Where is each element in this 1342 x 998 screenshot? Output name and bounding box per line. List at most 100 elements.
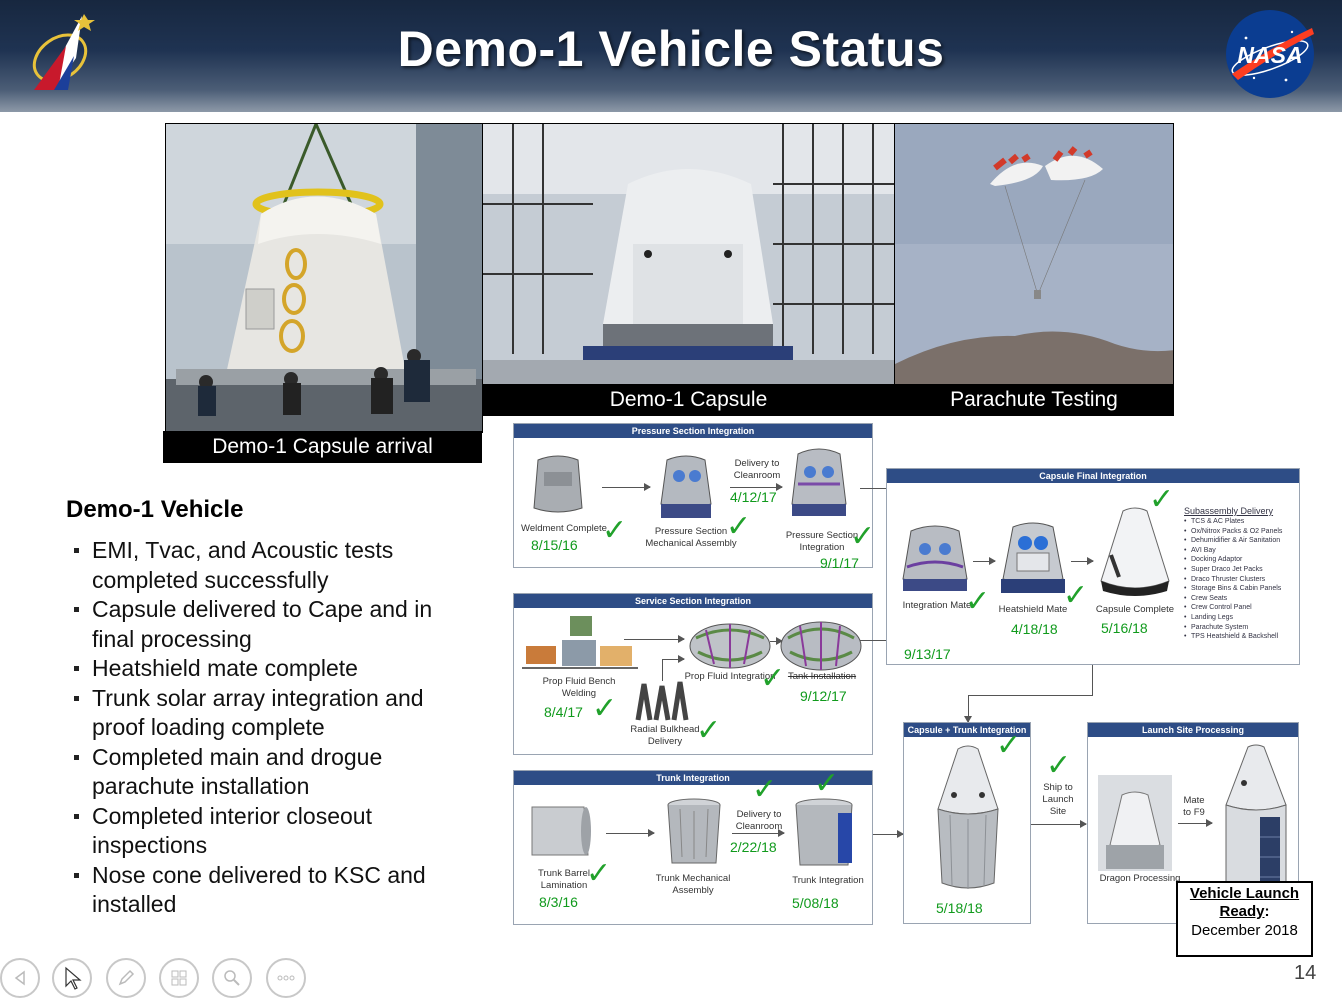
flow-arrow [1178,819,1213,827]
trunk-integration-label: Trunk Integration [792,875,864,886]
capsule-complete-graphic [1100,507,1170,596]
subassembly-item: Parachute System [1184,623,1296,633]
pen-icon [118,969,135,986]
trunk-mech-graphic [667,798,721,864]
bullet-item: Completed main and drogue parachute inst… [74,743,474,802]
pointer-icon [65,966,82,990]
ship-to-launch-label: Ship to Launch Site [1042,782,1074,817]
check-icon: ✓ [965,585,991,618]
pressure-delivery-date: 4/12/17 [730,489,777,505]
flow-arrow [732,829,785,837]
bullet-item: Nose cone delivered to KSC and installed [74,861,474,920]
check-icon: ✓ [696,714,722,747]
subassembly-item: Super Draco Jet Packs [1184,565,1296,575]
trunk-barrel-date: 8/3/16 [539,894,578,910]
flow-arrow [1031,820,1087,828]
mate-to-f9-label: Mate to F9 [1183,795,1205,818]
check-icon: ✓ [1149,483,1175,516]
panel-trunk: Trunk Integration Trunk Barrel Laminatio… [513,767,873,925]
slides-icon [171,970,187,986]
trunk-integration-graphic [795,798,853,866]
zoom-icon [224,970,240,986]
vehicle-bullet-list: EMI, Tvac, and Acoustic tests completed … [74,536,474,920]
photo-capsule-arrival [165,123,483,433]
more-options-button[interactable] [266,958,306,998]
subassembly-item: Crew Control Panel [1184,603,1296,613]
weldment-date: 8/15/16 [531,537,578,553]
bulkhead-graphic [635,681,689,721]
panel-pressure-section: Pressure Section Integration Weldment Co… [513,423,876,571]
ready-colon: : [1264,903,1270,920]
flow-arrow [606,829,655,837]
pressure-integration-date: 9/1/17 [820,555,859,571]
pen-tool-button[interactable] [106,958,146,998]
bullet-item: Capsule delivered to Cape and in final p… [74,595,474,654]
flow-connector [968,695,1093,696]
bench-graphic [522,616,638,669]
see-all-slides-button[interactable] [159,958,199,998]
check-icon: ✓ [592,692,618,725]
bullet-item: Heatshield mate complete [74,654,474,684]
weldment-label: Weldment Complete [521,523,607,534]
integration-mate-date: 9/13/17 [904,646,951,662]
subassembly-item: AVI Bay [1184,546,1296,556]
pressure-mech-graphic [660,455,712,518]
flow-connector [1092,665,1093,695]
trunk-mech-label: Trunk Mechanical Assembly [655,873,731,896]
vehicle-heading: Demo-1 Vehicle [66,496,244,523]
subassembly-item: TCS & AC Plates [1184,517,1296,527]
tank-graphic [780,621,862,671]
integration-mate-graphic [902,525,968,591]
tank-label: Tank Installation [787,671,857,682]
check-icon: ✓ [814,767,840,800]
flow-arrow [602,483,651,491]
more-icon [277,975,295,981]
capsule-complete-date: 5/16/18 [1101,620,1148,636]
panel-title: Capsule Final Integration [887,469,1299,483]
flow-connector [662,659,663,681]
nasa-meatball-logo-icon: NASA [1226,10,1314,98]
subassembly-title: Subassembly Delivery [1184,506,1274,516]
photo-parachute-testing [894,123,1174,385]
check-icon: ✓ [1046,749,1072,782]
check-icon: ✓ [726,510,752,543]
bench-date: 8/4/17 [544,704,583,720]
panel-title: Service Section Integration [514,594,872,608]
bullet-item: EMI, Tvac, and Acoustic tests completed … [74,536,474,595]
pointer-tool-button[interactable] [52,958,92,998]
prev-slide-button[interactable] [0,958,40,998]
check-icon: ✓ [586,857,612,890]
photo-capsule [482,123,895,385]
capsule-trunk-graphic [937,745,999,889]
dragon-processing-graphic [1098,775,1172,871]
check-icon: ✓ [752,773,778,806]
dragon-processing-label: Dragon Processing [1099,873,1181,884]
subassembly-list: TCS & AC Plates Ox/Nitrox Packs & O2 Pan… [1184,517,1296,642]
capsule-complete-label: Capsule Complete [1095,604,1175,615]
zoom-button[interactable] [212,958,252,998]
subassembly-item: Crew Seats [1184,594,1296,604]
capsule-trunk-date: 5/18/18 [936,900,983,916]
flow-arrow [1071,557,1094,565]
subassembly-item: Draco Thruster Clusters [1184,575,1296,585]
flow-arrow [730,483,783,491]
subassembly-item: Dehumidifier & Air Sanitation [1184,536,1296,546]
caption-capsule-arrival: Demo-1 Capsule arrival [163,431,482,463]
flow-arrow [964,695,972,723]
ready-title: Vehicle Launch [1189,885,1300,902]
check-icon: ✓ [1063,579,1089,612]
page-number: 14 [1294,962,1317,984]
trunk-delivery-date: 2/22/18 [730,839,777,855]
heatshield-date: 4/18/18 [1011,621,1058,637]
flow-arrow [662,655,685,663]
weldment-graphic [533,455,583,513]
subassembly-item: Docking Adaptor [1184,555,1296,565]
tank-date: 9/12/17 [800,688,847,704]
ready-word: Ready [1219,903,1265,920]
check-icon: ✓ [850,520,876,553]
bullet-item: Trunk solar array integration and proof … [74,684,474,743]
ready-subtitle: Ready: [1178,903,1311,921]
subassembly-item: Storage Bins & Cabin Panels [1184,584,1296,594]
pressure-integration-graphic [791,448,847,516]
check-icon: ✓ [602,514,628,547]
